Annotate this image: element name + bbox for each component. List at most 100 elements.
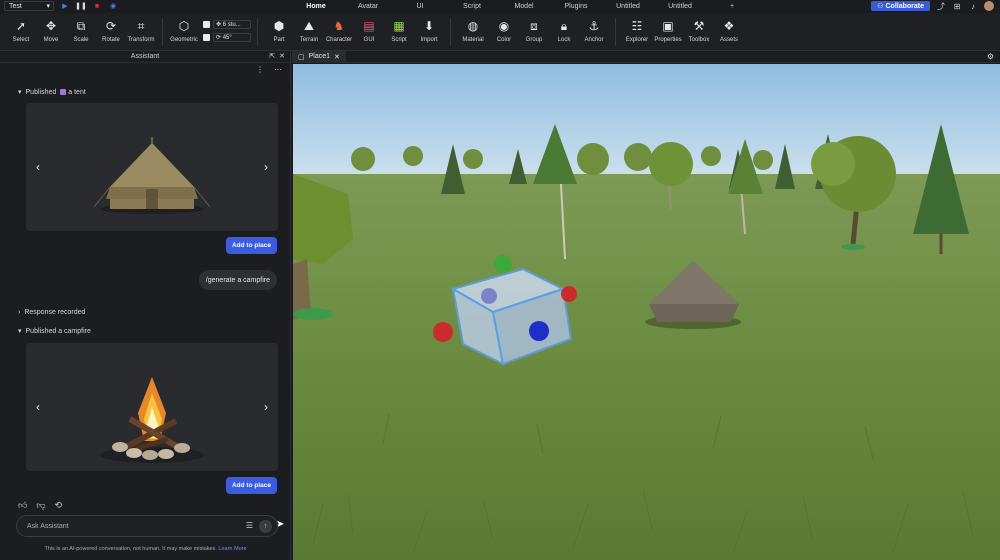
toolbar-divider <box>615 18 616 46</box>
import-icon: ⬇ <box>423 19 435 33</box>
color-icon: ◉ <box>498 19 510 33</box>
published-tent-label[interactable]: ▾ Published a tent <box>18 88 86 97</box>
part-icon: ⬢ <box>273 19 285 33</box>
scale-label: Scale <box>73 37 89 43</box>
tab-home[interactable]: Home <box>290 3 342 10</box>
material-tool[interactable]: ◍ Material <box>457 13 489 51</box>
play-mode-icon[interactable]: ◉ <box>108 1 118 11</box>
tab-script[interactable]: Script <box>446 3 498 10</box>
select-tool[interactable]: ➚ Select <box>6 13 36 51</box>
ask-assistant-input[interactable]: Ask Assistant ☰ ↑ <box>16 515 278 537</box>
tab-place1[interactable]: ▢ Place1 ✕ <box>292 50 346 63</box>
panel-controls: ⇱ ✕ <box>269 52 285 60</box>
disclaimer-text: This is an AI-powered conversation, not … <box>44 546 217 552</box>
gear-icon[interactable]: ⚙ <box>987 52 994 61</box>
play-icon[interactable]: ▶ <box>60 1 70 11</box>
properties-tool[interactable]: ▣ Properties <box>652 13 684 51</box>
handle-x-neg <box>433 322 453 342</box>
move-tool[interactable]: ✥ Move <box>36 13 66 51</box>
published-campfire-label[interactable]: ▾ Published a campfire <box>18 327 91 336</box>
response-recorded-label[interactable]: › Response recorded <box>18 309 85 316</box>
collaborate-button[interactable]: ⚇ Collaborate <box>871 1 930 11</box>
share-icon[interactable]: ⤴ <box>936 1 946 11</box>
add-to-place-button[interactable]: Add to place <box>226 477 277 494</box>
import-tool[interactable]: ⬇ Import <box>414 13 444 51</box>
place-tab-icon: ▢ <box>298 53 305 61</box>
character-tool[interactable]: ♞ Character <box>324 13 354 51</box>
tab-add[interactable]: + <box>706 3 758 10</box>
handle-y-up <box>494 255 512 273</box>
chevron-right-icon[interactable]: › <box>264 400 268 414</box>
add-to-place-button[interactable]: Add to place <box>226 237 277 254</box>
grass-ground <box>293 174 1000 560</box>
transform-tool[interactable]: ⌗ Transform <box>126 13 156 51</box>
3d-viewport[interactable] <box>293 64 1000 560</box>
tab-untitled-2[interactable]: Untitled <box>654 3 706 10</box>
character-icon: ♞ <box>333 19 345 33</box>
move-snap-icon: ✥ <box>216 22 223 28</box>
chevron-left-icon[interactable]: ‹ <box>36 400 40 414</box>
chevron-down-icon: ▾ <box>18 328 22 335</box>
tab-ui[interactable]: UI <box>394 3 446 10</box>
lock-tool[interactable]: 🔒︎ Lock <box>549 13 579 51</box>
avatar[interactable] <box>984 1 994 11</box>
stop-icon[interactable]: ■ <box>92 1 102 11</box>
anchor-tool[interactable]: ⚓︎ Anchor <box>579 13 609 51</box>
assets-label: Assets <box>719 37 738 43</box>
gui-tool[interactable]: ▤ GUI <box>354 13 384 51</box>
properties-label: Properties <box>654 37 682 43</box>
thumbs-up-icon[interactable]: 👍︎ <box>18 500 27 511</box>
snap-rotate-field[interactable]: ⟳ 45° <box>213 33 251 42</box>
part-tool[interactable]: ⬢ Part <box>264 13 294 51</box>
rotate-label: Rotate <box>102 37 120 43</box>
assets-tool[interactable]: ❖ Assets <box>714 13 744 51</box>
assistant-title: Assistant <box>130 53 160 60</box>
tab-plugins[interactable]: Plugins <box>550 3 602 10</box>
toolbar-divider <box>450 18 451 46</box>
tab-avatar[interactable]: Avatar <box>342 3 394 10</box>
rotate-tool[interactable]: ⟳ Rotate <box>96 13 126 51</box>
more-vertical-icon[interactable]: ⋮ <box>256 65 264 74</box>
bell-icon[interactable]: ♪ <box>968 1 978 11</box>
material-label: Material <box>462 37 484 43</box>
geometric-tool[interactable]: ⬡ Geometric <box>169 13 199 51</box>
chevron-right-icon[interactable]: › <box>264 160 268 174</box>
viewport-tabs: ▢ Place1 ✕ ⚙ <box>292 50 1000 63</box>
send-icon[interactable]: ↑ <box>259 520 272 533</box>
popout-icon[interactable]: ⇱ <box>269 52 275 60</box>
more-horizontal-icon[interactable]: ⋯ <box>274 65 282 74</box>
close-icon[interactable]: ✕ <box>279 52 285 60</box>
move-icon: ✥ <box>45 19 57 33</box>
toolbox-tool[interactable]: ⚒ Toolbox <box>684 13 714 51</box>
terrain-tool[interactable]: ⛰ Terrain <box>294 13 324 51</box>
tent-preview: ‹ › <box>26 103 278 231</box>
regenerate-icon[interactable]: ⟲ <box>55 500 63 511</box>
ribbon-tabs: Home Avatar UI Script Model Plugins Unti… <box>290 3 758 10</box>
group-tool[interactable]: ⧈ Group <box>519 13 549 51</box>
pause-icon[interactable]: ❚❚ <box>75 1 87 11</box>
assistant-header: Assistant ⇱ ✕ <box>0 51 290 63</box>
close-icon[interactable]: ✕ <box>334 53 340 61</box>
tab-untitled-1[interactable]: Untitled <box>602 3 654 10</box>
snap-move-field[interactable]: ✥ 6 stu... <box>213 20 251 29</box>
assets-icon: ❖ <box>723 19 735 33</box>
thumbs-down-icon[interactable]: 👎︎ <box>36 500 45 511</box>
grid-icon[interactable]: ⊞ <box>952 1 962 11</box>
learn-more-link[interactable]: Learn More <box>218 546 246 552</box>
anchor-label: Anchor <box>584 37 604 43</box>
handle-z <box>529 321 549 341</box>
geometric-icon: ⬡ <box>178 19 190 33</box>
chevron-left-icon[interactable]: ‹ <box>36 160 40 174</box>
snap-rotate-checkbox[interactable] <box>203 34 210 41</box>
sliders-icon[interactable]: ☰ <box>246 521 253 530</box>
snap-rotate-row: ⟳ 45° <box>203 33 251 42</box>
published-campfire-text: Published a campfire <box>25 327 91 335</box>
color-tool[interactable]: ◉ Color <box>489 13 519 51</box>
explorer-tool[interactable]: ☷ Explorer <box>622 13 652 51</box>
handle-y-down <box>481 288 497 304</box>
tab-model[interactable]: Model <box>498 3 550 10</box>
script-tool[interactable]: ▦ Script <box>384 13 414 51</box>
place-selector[interactable]: Test ▾ <box>4 1 54 11</box>
snap-move-checkbox[interactable] <box>203 21 210 28</box>
scale-tool[interactable]: ⧉ Scale <box>66 13 96 51</box>
